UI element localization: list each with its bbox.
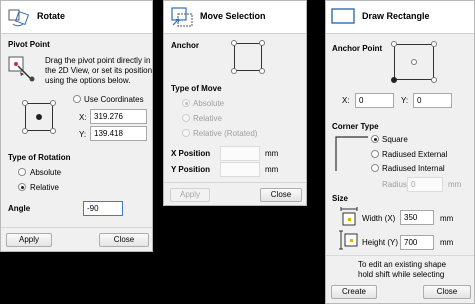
height-icon	[339, 230, 358, 250]
move-title: Move Selection	[200, 11, 266, 21]
draw-rectangle-panel: Draw Rectangle Anchor Point X: 0 Y: 0 Co…	[325, 0, 475, 304]
rotation-absolute-radio[interactable]	[18, 168, 26, 176]
pivot-x-label: X:	[79, 113, 87, 122]
anchor-bottom-left[interactable]	[22, 128, 28, 134]
move-relative-rotated-radio[interactable]	[182, 129, 190, 137]
use-coordinates-radio[interactable]	[73, 95, 81, 103]
move-selection-icon	[171, 7, 193, 27]
pivot-anchor-grid[interactable]	[19, 97, 59, 137]
height-unit: mm	[440, 238, 454, 247]
x-position-label: X Position	[171, 149, 211, 158]
angle-label: Angle	[8, 204, 31, 213]
pivot-y-label: Y:	[79, 130, 87, 139]
anchor-y-label: Y:	[401, 96, 409, 105]
anchor-top-right[interactable]	[259, 40, 265, 46]
height-field[interactable]: 700	[400, 235, 434, 250]
corner-type-heading: Corner Type	[332, 122, 379, 131]
anchor-point-heading: Anchor Point	[332, 44, 383, 53]
anchor-bottom-left[interactable]	[231, 68, 237, 74]
rotate-header: Rotate	[1, 1, 152, 34]
rotate-icon	[8, 9, 30, 27]
radiused-internal-label: Radiused Internal	[382, 164, 445, 173]
y-position-label: Y Position	[171, 165, 210, 174]
move-absolute-radio[interactable]	[182, 99, 190, 107]
pivot-point-heading: Pivot Point	[8, 40, 50, 49]
pivot-help-line-1: Drag the pivot point directly in	[45, 56, 151, 65]
anchor-top-right[interactable]	[431, 41, 437, 47]
rotate-apply-button[interactable]: Apply	[6, 233, 52, 247]
type-of-rotation-heading: Type of Rotation	[8, 153, 71, 162]
move-relative-label: Relative	[193, 114, 222, 123]
edit-hint-line-2: hold shift while selecting	[358, 270, 445, 279]
type-of-move-heading: Type of Move	[171, 84, 222, 93]
anchor-bottom-right[interactable]	[50, 128, 56, 134]
width-icon	[340, 207, 358, 226]
rect-close-button[interactable]: Close	[423, 285, 471, 299]
y-position-field[interactable]	[220, 162, 260, 177]
anchor-center[interactable]	[36, 114, 42, 120]
anchor-y-field[interactable]: 0	[413, 93, 452, 108]
y-position-unit: mm	[265, 165, 279, 174]
anchor-top-left[interactable]	[231, 40, 237, 46]
radius-unit: mm	[448, 180, 462, 189]
anchor-center[interactable]	[411, 59, 417, 65]
use-coordinates-label: Use Coordinates	[84, 95, 144, 104]
move-relative-rotated-label: Relative (Rotated)	[193, 129, 258, 138]
anchor-top-left[interactable]	[391, 41, 397, 47]
size-heading: Size	[332, 194, 349, 203]
radius-field[interactable]: 0	[407, 177, 443, 192]
square-radio[interactable]	[371, 135, 379, 143]
anchor-bottom-right[interactable]	[431, 77, 437, 83]
rotation-relative-label: Relative	[30, 183, 59, 192]
width-label: Width (X)	[362, 214, 396, 223]
rect-header: Draw Rectangle	[326, 1, 474, 34]
move-absolute-label: Absolute	[193, 99, 225, 108]
width-unit: mm	[440, 214, 454, 223]
anchor-top-right[interactable]	[50, 100, 56, 106]
rotate-close-button[interactable]: Close	[99, 233, 149, 247]
corner-square-icon	[335, 136, 368, 171]
radiused-external-label: Radiused External	[382, 150, 448, 159]
width-field[interactable]: 350	[400, 210, 434, 225]
pivot-help-line-2: the 2D View, or set its position	[45, 66, 153, 75]
rect-anchor-grid[interactable]	[388, 38, 440, 86]
rotate-panel: Rotate Pivot Point Drag the pivot point …	[0, 0, 153, 252]
move-relative-radio[interactable]	[182, 114, 190, 122]
anchor-x-field[interactable]: 0	[355, 93, 394, 108]
anchor-bottom-right[interactable]	[259, 68, 265, 74]
rectangle-icon	[331, 8, 355, 24]
height-label: Height (Y)	[362, 238, 399, 247]
anchor-x-label: X:	[342, 96, 350, 105]
pivot-y-field[interactable]: 139.418	[90, 126, 147, 141]
pivot-x-field[interactable]: 319.276	[90, 109, 147, 124]
rotation-absolute-label: Absolute	[30, 168, 62, 177]
anchor-bottom-left[interactable]	[391, 77, 397, 83]
radiused-internal-radio[interactable]	[371, 164, 379, 172]
pivot-drag-icon	[8, 56, 35, 82]
angle-field[interactable]: -90	[83, 201, 123, 216]
move-selection-panel: Move Selection Anchor Type of Move Absol…	[163, 0, 307, 206]
move-anchor-heading: Anchor	[171, 41, 199, 50]
radiused-external-radio[interactable]	[371, 150, 379, 158]
x-position-field[interactable]	[220, 146, 260, 161]
anchor-top-left[interactable]	[22, 100, 28, 106]
move-anchor-grid[interactable]	[228, 37, 268, 77]
rotate-title: Rotate	[37, 11, 66, 21]
move-header: Move Selection	[164, 1, 306, 34]
rect-title: Draw Rectangle	[362, 11, 430, 21]
edit-hint-line-1: To edit an existing shape	[358, 260, 447, 269]
radius-label: Radius	[382, 180, 407, 189]
move-close-button[interactable]: Close	[260, 188, 302, 202]
x-position-unit: mm	[265, 149, 279, 158]
move-apply-button[interactable]: Apply	[170, 188, 210, 202]
create-button[interactable]: Create	[331, 285, 377, 299]
pivot-help-line-3: using the options below.	[45, 76, 131, 85]
rotation-relative-radio[interactable]	[18, 183, 26, 191]
square-label: Square	[382, 135, 408, 144]
